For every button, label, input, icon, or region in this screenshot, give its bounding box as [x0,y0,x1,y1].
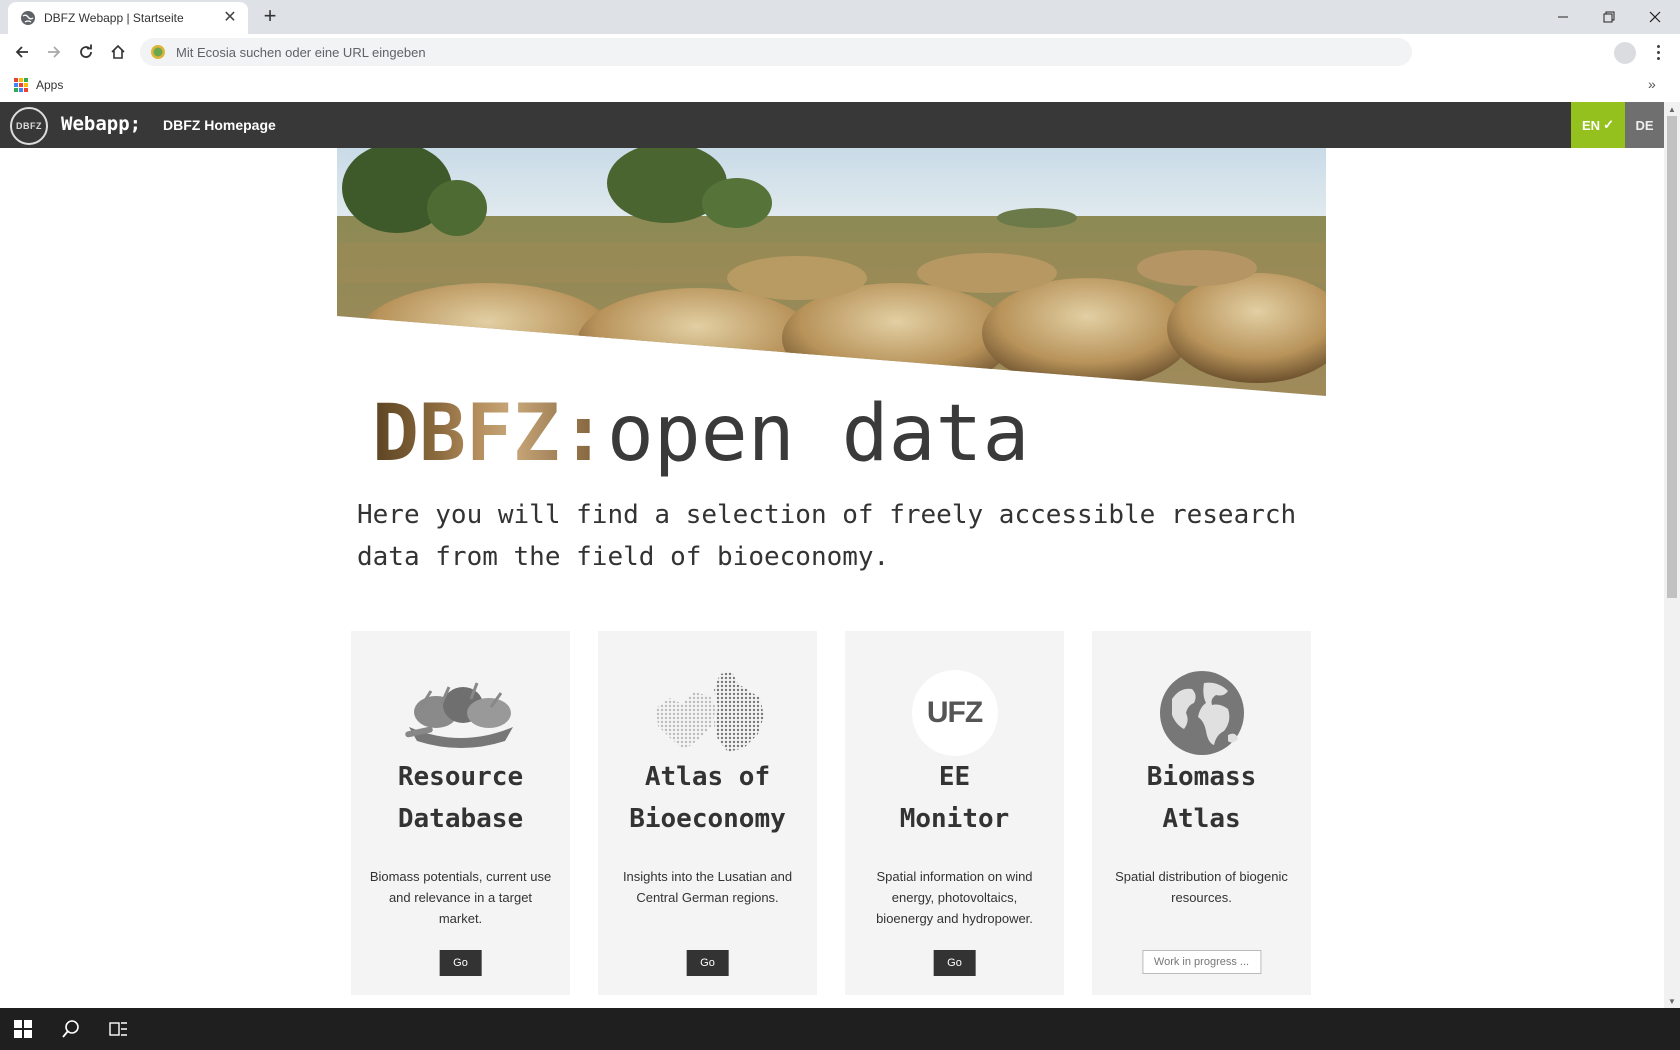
card-title-line: Resource [397,762,524,792]
card-title-line: EE [938,762,971,792]
windows-start-icon[interactable] [0,1008,46,1050]
card-description: Insights into the Lusatian and Central G… [622,869,793,905]
card-description: Spatial information on wind energy, phot… [876,869,1033,926]
home-icon[interactable] [106,40,130,64]
windows-taskbar [0,1008,1680,1050]
minimize-icon[interactable] [1540,0,1586,34]
ecosia-icon [151,45,165,59]
lang-de-button[interactable]: DE [1625,102,1664,148]
browser-toolbar: Mit Ecosia suchen oder eine URL eingeben [0,34,1680,70]
apps-bookmark[interactable]: Apps [36,78,63,92]
browser-tab-strip: DBFZ Webapp | Startseite ✕ + [0,0,1680,34]
scroll-thumb[interactable] [1667,116,1677,598]
new-tab-icon[interactable]: + [258,4,282,28]
hero-hay-bales-image [337,148,1326,396]
brand-title[interactable]: Webapp; [61,113,141,135]
checkmark-icon: ✓ [1603,117,1614,132]
bookmarks-overflow-icon[interactable]: » [1648,76,1656,92]
harvest-basket-icon [401,668,521,758]
card-title-line: Biomass [1146,762,1257,792]
close-window-icon[interactable] [1632,0,1678,34]
card-title-line: Atlas [1162,804,1241,834]
scroll-up-icon[interactable]: ▲ [1664,102,1680,116]
logo-text: DBFZ [16,121,42,131]
address-input[interactable]: Mit Ecosia suchen oder eine URL eingeben [176,45,426,60]
intro-text: Here you will find a selection of freely… [357,500,1297,572]
site-navbar: DBFZ Webapp; DBFZ Homepage EN ✓ DE [0,102,1664,148]
card-title-line: Monitor [899,804,1010,834]
go-button-ee-monitor[interactable]: Go [933,950,976,976]
card-title-line: Atlas of [644,762,771,792]
restore-icon[interactable] [1586,0,1632,34]
tab-title: DBFZ Webapp | Startseite [44,11,184,25]
reload-icon[interactable] [74,40,98,64]
card-ee-monitor: UFZ EE Monitor Spatial information on wi… [845,631,1064,995]
globe-icon [1142,668,1262,758]
ufz-logo-icon: UFZ [895,668,1015,758]
card-resource-database: Resource Database Biomass potentials, cu… [351,631,570,995]
dbfz-homepage-link[interactable]: DBFZ Homepage [163,117,276,133]
card-title-line: Bioeconomy [629,804,786,834]
region-map-icon [648,668,768,758]
browser-tab[interactable]: DBFZ Webapp | Startseite ✕ [8,2,248,34]
go-button-resource-database[interactable]: Go [439,950,482,976]
go-button-atlas-of-bioeconomy[interactable]: Go [686,950,729,976]
card-biomass-atlas: Biomass Atlas Spatial distribution of bi… [1092,631,1311,995]
lang-de-label: DE [1635,117,1654,133]
page-headline: DBFZ:open data [372,392,1029,476]
card-title: Atlas of Bioeconomy [598,756,817,840]
card-title: Resource Database [351,756,570,840]
ufz-logo-text: UFZ [926,696,983,729]
lang-en-label: EN [1582,117,1601,133]
address-bar[interactable]: Mit Ecosia suchen oder eine URL eingeben [140,38,1412,66]
card-description: Biomass potentials, current use and rele… [369,869,552,926]
bookmarks-bar: Apps » [0,70,1680,103]
profile-avatar-icon[interactable] [1614,42,1636,64]
card-title: EE Monitor [845,756,1064,840]
tab-close-icon[interactable]: ✕ [218,10,242,26]
apps-grid-icon[interactable] [14,78,28,92]
dbfz-logo[interactable]: DBFZ [10,107,48,145]
card-atlas-of-bioeconomy: Atlas of Bioeconomy Insights into the Lu… [598,631,817,995]
card-description: Spatial distribution of biogenic resourc… [1115,869,1288,905]
forward-icon[interactable] [42,40,66,64]
work-in-progress-button[interactable]: Work in progress ... [1141,950,1262,974]
page-scrollbar[interactable]: ▲ ▼ [1664,102,1680,1008]
task-view-icon[interactable] [96,1008,142,1050]
lang-en-button[interactable]: EN ✓ [1571,102,1625,148]
scroll-down-icon[interactable]: ▼ [1664,994,1680,1008]
globe-favicon-icon [21,11,35,25]
headline-prefix: DBFZ: [372,389,607,479]
back-icon[interactable] [10,40,34,64]
browser-menu-icon[interactable] [1650,40,1666,64]
headline-rest: open data [606,389,1030,479]
search-icon[interactable] [48,1008,94,1050]
card-title-line: Database [397,804,524,834]
card-title: Biomass Atlas [1092,756,1311,840]
